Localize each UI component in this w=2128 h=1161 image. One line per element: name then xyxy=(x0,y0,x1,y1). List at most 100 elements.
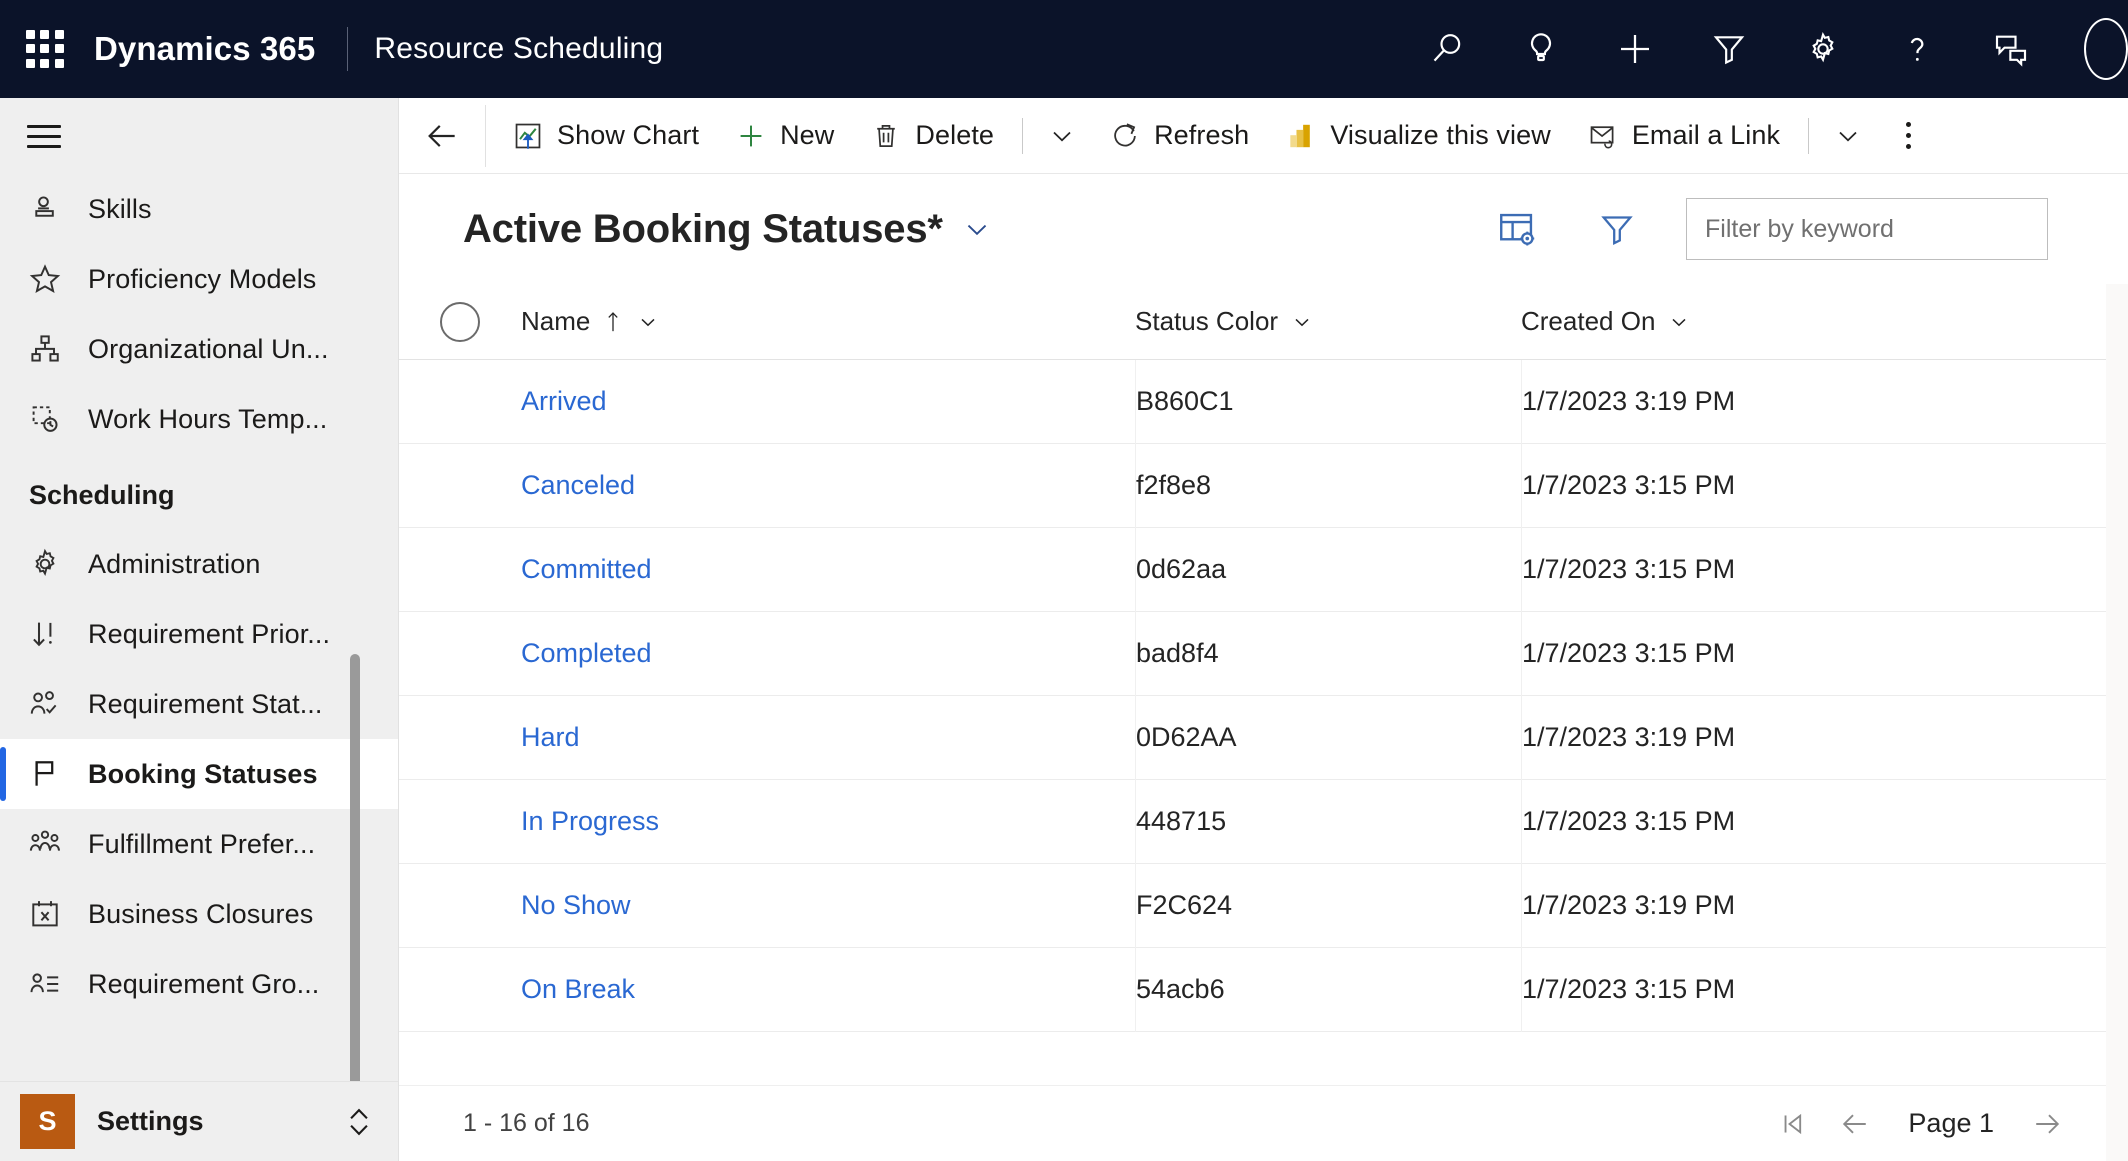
more-options-icon[interactable] xyxy=(1877,98,1939,174)
back-arrow-icon[interactable] xyxy=(399,98,485,174)
row-name-link[interactable]: Arrived xyxy=(521,386,607,417)
sidebar-area-switcher[interactable]: S Settings xyxy=(0,1081,398,1161)
chevron-down-icon[interactable] xyxy=(1290,310,1314,334)
show-chart-label: Show Chart xyxy=(557,120,700,150)
select-all-checkbox[interactable] xyxy=(440,301,480,342)
page-title[interactable]: Active Booking Statuses* xyxy=(463,207,943,252)
star-icon xyxy=(22,256,68,302)
plus-icon[interactable] xyxy=(1588,0,1682,98)
sidebar-item-requirement-status[interactable]: Requirement Stat... xyxy=(0,669,398,739)
show-chart-button[interactable]: Show Chart xyxy=(494,98,717,174)
column-header-created-on-inner[interactable]: Created On xyxy=(1521,284,2128,360)
sidebar-item-business-closures[interactable]: Business Closures xyxy=(0,879,398,949)
sidebar-item-requirement-priorities[interactable]: Requirement Prior... xyxy=(0,599,398,669)
sidebar-item-skills[interactable]: Skills xyxy=(0,174,398,244)
sidebar-item-organizational-units[interactable]: Organizational Un... xyxy=(0,314,398,384)
new-button[interactable]: New xyxy=(717,98,852,174)
question-icon[interactable] xyxy=(1870,0,1964,98)
refresh-label: Refresh xyxy=(1154,120,1250,150)
row-created-on-cell: 1/7/2023 3:19 PM xyxy=(1521,360,2128,444)
command-divider xyxy=(1022,117,1024,154)
column-header-status-color[interactable]: Status Color xyxy=(1135,284,1521,360)
row-name-link[interactable]: On Break xyxy=(521,974,635,1005)
chat-icon[interactable] xyxy=(1964,0,2058,98)
view-header: Active Booking Statuses* xyxy=(399,174,2128,284)
table-row[interactable]: Completed bad8f4 1/7/2023 3:15 PM xyxy=(399,611,2128,696)
search-icon[interactable] xyxy=(1400,0,1494,98)
row-name-cell: Arrived xyxy=(521,360,1135,444)
delete-button[interactable]: Delete xyxy=(852,98,1012,174)
sidebar-scrollbar[interactable] xyxy=(350,654,360,1081)
row-name-link[interactable]: Completed xyxy=(521,638,652,669)
chart-icon xyxy=(512,120,544,152)
table-row[interactable]: Canceled f2f8e8 1/7/2023 3:15 PM xyxy=(399,443,2128,528)
row-created-on-cell: 1/7/2023 3:15 PM xyxy=(1521,527,2128,612)
row-status-color-cell: F2C624 xyxy=(1135,863,1521,948)
gear-icon[interactable] xyxy=(1776,0,1870,98)
row-created-on-value: 1/7/2023 3:19 PM xyxy=(1522,890,1736,920)
lightbulb-icon[interactable] xyxy=(1494,0,1588,98)
table-row[interactable]: Arrived B860C1 1/7/2023 3:19 PM xyxy=(399,360,2128,444)
sidebar-nav-scroll[interactable]: Skills Proficiency Models Organizational… xyxy=(0,174,398,1081)
sidebar-item-administration[interactable]: Administration xyxy=(0,529,398,599)
column-header-status-color-inner[interactable]: Status Color xyxy=(1135,284,1521,360)
grid-body[interactable]: Arrived B860C1 1/7/2023 3:19 PM Canceled xyxy=(399,360,2128,1085)
row-status-color-cell: B860C1 xyxy=(1135,360,1521,444)
table-row[interactable]: On Break 54acb6 1/7/2023 3:15 PM xyxy=(399,947,2128,1032)
filter-icon[interactable] xyxy=(1682,0,1776,98)
sidebar-item-fulfillment-preferences[interactable]: Fulfillment Prefer... xyxy=(0,809,398,879)
row-name-link[interactable]: In Progress xyxy=(521,806,659,837)
edit-columns-icon[interactable] xyxy=(1486,198,1548,260)
sidebar-item-booking-statuses[interactable]: Booking Statuses xyxy=(0,739,398,809)
row-created-on-value: 1/7/2023 3:15 PM xyxy=(1522,470,1736,500)
sidebar-item-label: Skills xyxy=(88,193,152,224)
sitemap-toggle-button[interactable] xyxy=(0,98,398,174)
column-label: Created On xyxy=(1521,306,1656,336)
command-divider-2 xyxy=(1808,117,1810,154)
search-input-wrapper[interactable] xyxy=(1686,198,2048,260)
column-header-name[interactable]: Name xyxy=(521,284,1135,360)
delete-more-chevron-down-icon[interactable] xyxy=(1033,98,1091,174)
sidebar-item-label: Proficiency Models xyxy=(88,263,317,294)
table-row[interactable]: In Progress 448715 1/7/2023 3:15 PM xyxy=(399,779,2128,864)
row-name-link[interactable]: Canceled xyxy=(521,470,635,501)
table-row[interactable]: Hard 0D62AA 1/7/2023 3:19 PM xyxy=(399,695,2128,780)
search-input[interactable] xyxy=(1705,214,2029,244)
visualize-this-view-button[interactable]: Visualize this view xyxy=(1267,98,1569,174)
expand-collapse-icon[interactable] xyxy=(342,1100,376,1144)
column-header-created-on[interactable]: Created On xyxy=(1521,284,2128,360)
row-name-link[interactable]: Hard xyxy=(521,722,580,753)
record-count-label: 1 - 16 of 16 xyxy=(463,1109,590,1137)
hamburger-icon xyxy=(27,118,61,155)
previous-page-icon[interactable] xyxy=(1824,1093,1886,1155)
chevron-down-icon[interactable] xyxy=(636,310,660,334)
gear-icon xyxy=(22,541,68,587)
chevron-down-icon[interactable] xyxy=(961,213,993,245)
next-page-icon[interactable] xyxy=(2016,1093,2078,1155)
table-row[interactable]: Committed 0d62aa 1/7/2023 3:15 PM xyxy=(399,527,2128,612)
row-status-color-value: 448715 xyxy=(1136,806,1227,836)
sidebar-item-label: Fulfillment Prefer... xyxy=(88,828,316,859)
waffle-icon[interactable] xyxy=(22,26,68,72)
row-created-on-value: 1/7/2023 3:15 PM xyxy=(1522,638,1736,668)
refresh-button[interactable]: Refresh xyxy=(1091,98,1267,174)
table-row[interactable]: No Show F2C624 1/7/2023 3:19 PM xyxy=(399,863,2128,948)
sidebar-item-requirement-groups[interactable]: Requirement Gro... xyxy=(0,949,398,1019)
first-page-icon[interactable] xyxy=(1762,1093,1824,1155)
edit-filters-icon[interactable] xyxy=(1586,198,1648,260)
right-gutter xyxy=(2106,284,2128,1161)
sidebar-item-proficiency-models[interactable]: Proficiency Models xyxy=(0,244,398,314)
row-name-link[interactable]: Committed xyxy=(521,554,652,585)
row-name-cell: In Progress xyxy=(521,780,1135,864)
column-header-name-inner[interactable]: Name xyxy=(521,284,1135,360)
email-more-chevron-down-icon[interactable] xyxy=(1819,98,1877,174)
delete-label: Delete xyxy=(915,120,995,150)
chevron-down-icon[interactable] xyxy=(1667,310,1691,334)
select-all-cell xyxy=(399,301,521,342)
row-name-cell: Completed xyxy=(521,612,1135,696)
email-a-link-button[interactable]: Email a Link xyxy=(1569,98,1798,174)
row-name-link[interactable]: No Show xyxy=(521,890,631,921)
avatar[interactable] xyxy=(2058,0,2128,98)
sidebar-item-work-hours-templates[interactable]: Work Hours Temp... xyxy=(0,384,398,454)
sidebar-group-title: Scheduling xyxy=(29,480,175,510)
